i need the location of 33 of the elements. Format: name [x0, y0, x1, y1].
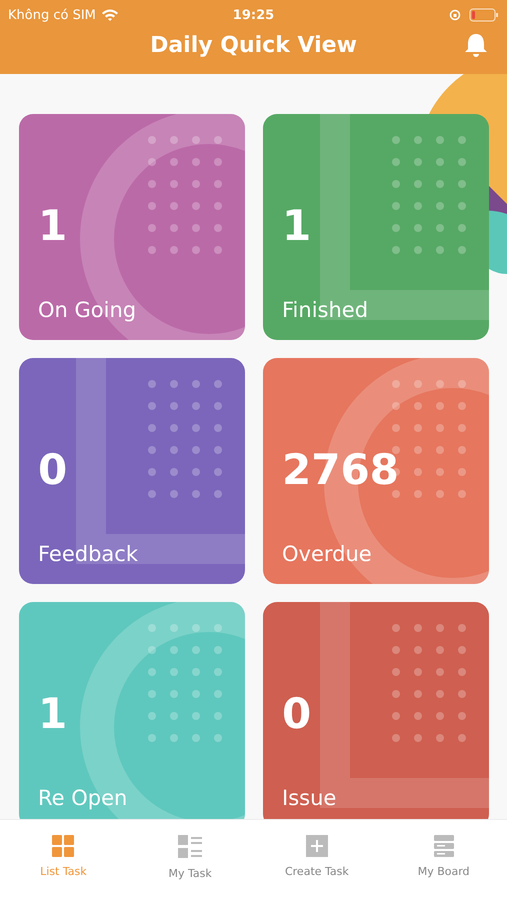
card-label: Overdue — [282, 542, 372, 566]
status-card[interactable]: 1 On Going — [19, 114, 245, 340]
wifi-icon — [100, 8, 119, 22]
clock-text: 19:25 — [232, 8, 276, 22]
card-label: Issue — [282, 786, 336, 810]
count-value: 0 — [282, 689, 312, 738]
tab-item[interactable]: My Task — [126, 820, 254, 900]
card-label: Feedback — [38, 542, 138, 566]
count-value: 1 — [38, 689, 68, 738]
status-card[interactable]: 0 Issue — [263, 602, 489, 819]
status-card[interactable]: 1 Finished — [263, 114, 489, 340]
carrier-text: Không có SIM — [8, 8, 96, 22]
card-label: On Going — [38, 298, 136, 322]
bell-icon[interactable] — [464, 32, 488, 58]
tab-item[interactable]: Create Task — [254, 820, 380, 900]
status-card[interactable]: 2768 Overdue — [263, 358, 489, 584]
card-label: Finished — [282, 298, 368, 322]
battery-icon — [469, 8, 499, 22]
grid-icon — [52, 835, 74, 857]
count-value: 1 — [282, 201, 312, 250]
count-value: 0 — [38, 445, 68, 494]
card-label: Re Open — [38, 786, 128, 810]
count-value: 1 — [38, 201, 68, 250]
rotation-lock-icon — [449, 9, 461, 21]
tab-item[interactable]: My Board — [380, 820, 507, 900]
count-value: 2768 — [282, 445, 399, 494]
server-icon — [434, 835, 454, 857]
list-icon — [178, 835, 202, 859]
status-card[interactable]: 1 Re Open — [19, 602, 245, 819]
add-icon — [306, 835, 328, 857]
page-title: Daily Quick View — [150, 32, 357, 58]
tab-item[interactable]: List Task — [0, 820, 127, 900]
status-card[interactable]: 0 Feedback — [19, 358, 245, 584]
